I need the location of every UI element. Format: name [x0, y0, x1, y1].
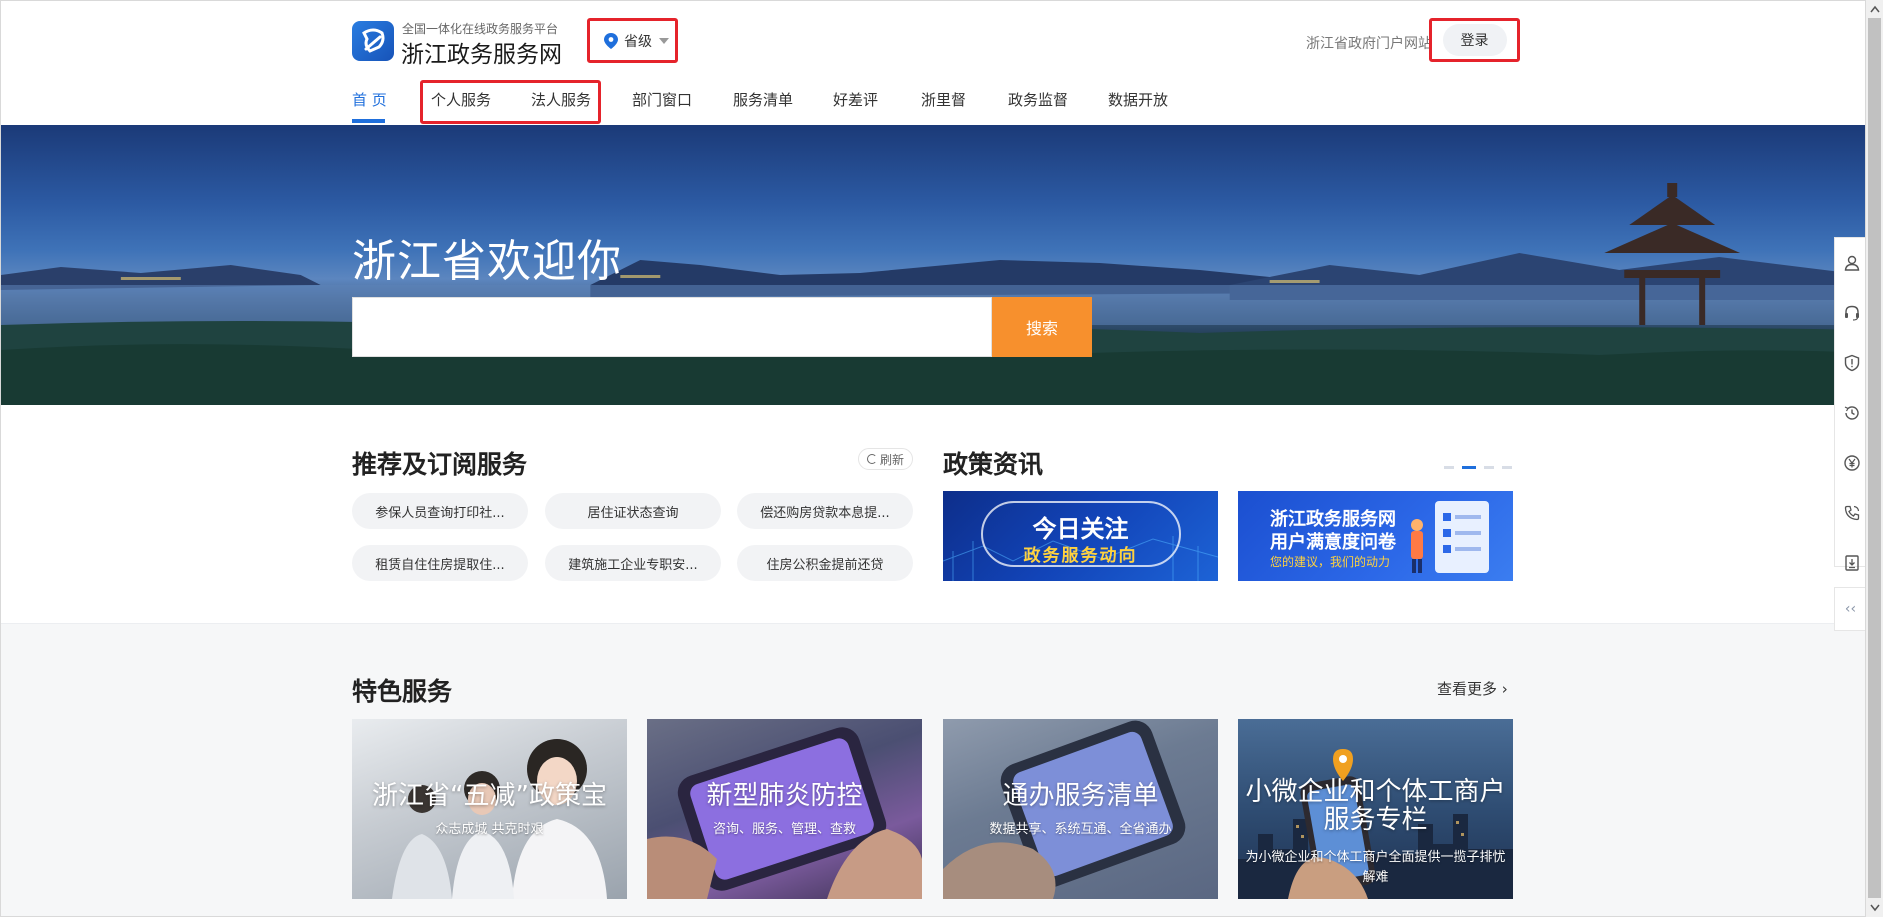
- carousel-dot[interactable]: [1484, 466, 1494, 469]
- search-input[interactable]: [352, 297, 992, 357]
- hotline-button[interactable]: [1835, 488, 1865, 538]
- chevron-right-icon: ›: [1501, 680, 1508, 698]
- welcome-heading: 浙江省欢迎你: [352, 236, 622, 287]
- feature-card-subtitle: 数据共享、系统互通、全省通办: [989, 822, 1172, 837]
- clock-history-icon: [1844, 406, 1859, 420]
- user-icon: [1844, 255, 1859, 271]
- site-logo-icon[interactable]: [352, 21, 394, 61]
- refresh-icon: [867, 454, 877, 464]
- scroll-up-button[interactable]: [1868, 1, 1881, 17]
- nav-highlight-box: [420, 80, 601, 124]
- feature-card-title: 浙江省“五减”政策宝: [372, 781, 607, 811]
- feature-card-subtitle: 众志成城 共克时艰: [435, 822, 544, 837]
- feature-title: 特色服务: [352, 677, 453, 706]
- carousel-dots[interactable]: [1444, 466, 1512, 469]
- policy-title: 政策资讯: [943, 450, 1044, 479]
- phone-icon: [1844, 505, 1859, 521]
- recommend-item[interactable]: 居住证状态查询: [545, 493, 721, 529]
- policy-banner-today[interactable]: 今日关注 政务服务动向: [943, 491, 1218, 581]
- policy-banner1-line2: 政务服务动向: [1023, 546, 1138, 566]
- nav-home[interactable]: 首 页: [352, 89, 387, 110]
- recommend-item[interactable]: 参保人员查询打印社...: [352, 493, 528, 529]
- scroll-down-arrow-icon: [1869, 904, 1880, 912]
- feature-card-title-line2: 服务专栏: [1323, 805, 1428, 835]
- policy-banner2-line3: 您的建议，我们的动力: [1270, 555, 1391, 569]
- feature-card-title: 通办服务清单: [1002, 781, 1159, 811]
- scroll-down-button[interactable]: [1868, 900, 1881, 916]
- login-label: 登录: [1442, 24, 1507, 56]
- recommend-item[interactable]: 偿还购房贷款本息提...: [737, 493, 913, 529]
- shield-alert-icon: [1844, 354, 1859, 372]
- policy-banner2-line2: 用户满意度问卷: [1270, 532, 1396, 553]
- nav-zhelidu[interactable]: 浙里督: [921, 89, 966, 110]
- refresh-button[interactable]: 刷新: [858, 448, 914, 470]
- feature-card-five-reductions[interactable]: 浙江省“五减”政策宝 众志成城 共克时艰: [352, 719, 627, 899]
- view-more-link[interactable]: 查看更多 ›: [1437, 678, 1508, 699]
- scroll-up-arrow-icon: [1869, 5, 1880, 13]
- header: 全国一体化在线政务服务平台 浙江政务服务网 省级 浙江省政府门户网站 登录 首 …: [1, 1, 1865, 125]
- recommend-item[interactable]: 建筑施工企业专职安...: [545, 545, 721, 581]
- login-button[interactable]: 登录: [1429, 18, 1520, 62]
- feature-card-subtitle: 咨询、服务、管理、查救: [712, 822, 856, 837]
- nav-department-window[interactable]: 部门窗口: [632, 89, 692, 110]
- recommend-item[interactable]: 租赁自住住房提取住...: [352, 545, 528, 581]
- nav-gov-supervision[interactable]: 政务监督: [1008, 89, 1068, 110]
- download-icon: [1844, 555, 1859, 571]
- user-center-button[interactable]: [1835, 238, 1865, 288]
- carousel-dot[interactable]: [1444, 466, 1454, 469]
- toolbar-collapse-button[interactable]: ‹‹: [1834, 587, 1865, 631]
- nav-rating[interactable]: 好差评: [833, 89, 878, 110]
- policy-banner1-line1: 今日关注: [1032, 515, 1129, 543]
- site-title[interactable]: 浙江政务服务网: [401, 35, 562, 69]
- scrollbar-thumb[interactable]: [1868, 18, 1881, 898]
- nav-service-list[interactable]: 服务清单: [733, 89, 793, 110]
- landscape-illustration: [1, 183, 1865, 405]
- search-button[interactable]: 搜索: [992, 297, 1092, 357]
- feature-section: [1, 623, 1865, 916]
- yen-icon: [1843, 455, 1860, 471]
- nav-open-data[interactable]: 数据开放: [1108, 89, 1168, 110]
- recommend-item[interactable]: 住房公积金提前还贷: [737, 545, 913, 581]
- download-button[interactable]: [1835, 538, 1865, 588]
- carousel-dot[interactable]: [1502, 466, 1512, 469]
- caret-down-icon: [659, 37, 669, 44]
- payment-button[interactable]: [1835, 438, 1865, 488]
- survey-clipboard-icon: [1411, 501, 1489, 573]
- refresh-label: 刷新: [880, 452, 905, 467]
- feature-card-subtitle-line2: 解难: [1362, 870, 1389, 885]
- carousel-dot-active[interactable]: [1462, 466, 1476, 469]
- complaint-button[interactable]: [1835, 338, 1865, 388]
- floating-toolbar: [1834, 237, 1865, 571]
- headset-icon: [1844, 305, 1859, 321]
- location-label: 省级: [624, 33, 652, 50]
- policy-banner-survey[interactable]: 浙江政务服务网 用户满意度问卷 您的建议，我们的动力: [1238, 491, 1513, 581]
- feature-card-covid[interactable]: 新型肺炎防控 咨询、服务、管理、查救: [647, 719, 922, 899]
- hero-banner: 浙江省欢迎你 搜索: [1, 125, 1865, 405]
- recommend-title: 推荐及订阅服务: [352, 450, 528, 479]
- page: 全国一体化在线政务服务平台 浙江政务服务网 省级 浙江省政府门户网站 登录 首 …: [0, 0, 1866, 917]
- location-selector[interactable]: 省级: [587, 18, 678, 63]
- feature-card-title: 新型肺炎防控: [706, 781, 863, 811]
- feature-card-subtitle: 为小微企业和个体工商户全面提供一揽子排忧: [1245, 850, 1506, 865]
- view-more-label: 查看更多: [1437, 680, 1498, 698]
- history-button[interactable]: [1835, 388, 1865, 438]
- feature-card-service-list[interactable]: 通办服务清单 数据共享、系统互通、全省通办: [943, 719, 1218, 899]
- customer-service-button[interactable]: [1835, 288, 1865, 338]
- feature-card-small-business[interactable]: 小微企业和个体工商户 服务专栏 为小微企业和个体工商户全面提供一揽子排忧 解难: [1238, 719, 1513, 899]
- portal-link[interactable]: 浙江省政府门户网站: [1306, 33, 1432, 53]
- location-pin-icon: [604, 32, 618, 49]
- nav-active-underline: [352, 119, 385, 123]
- double-chevron-left-icon: ‹‹: [1844, 601, 1857, 617]
